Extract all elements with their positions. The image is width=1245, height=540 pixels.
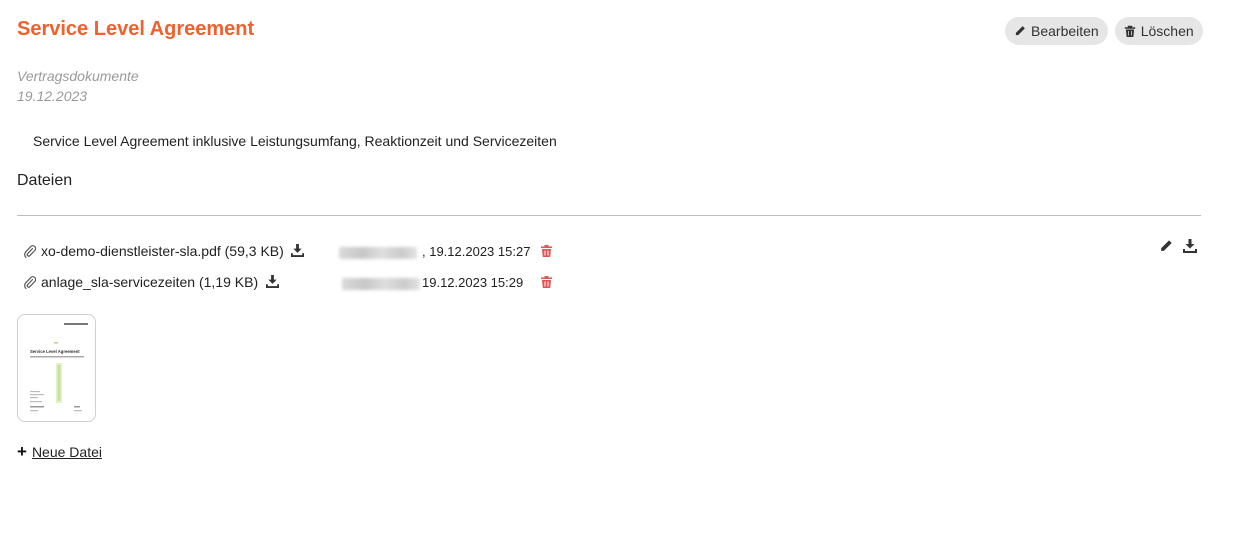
document-meta: Vertragsdokumente 19.12.2023 (17, 66, 139, 106)
file-link[interactable]: xo-demo-dienstleister-sla.pdf (59,3 KB) (41, 243, 284, 259)
pencil-icon (1015, 26, 1025, 36)
download-icon[interactable] (266, 275, 279, 288)
redacted-user (339, 247, 417, 259)
file-link[interactable]: anlage_sla-servicezeiten (1,19 KB) (41, 274, 258, 290)
paperclip-icon (24, 276, 36, 290)
new-file-label: Neue Datei (31, 444, 102, 460)
file-thumbnail[interactable]: Service Level Agreement (17, 314, 96, 422)
pencil-icon[interactable] (1159, 239, 1173, 253)
file-row: anlage_sla-servicezeiten (1,19 KB) 19.12… (24, 273, 564, 293)
document-description: Service Level Agreement inklusive Leistu… (33, 133, 557, 149)
document-category: Vertragsdokumente (17, 68, 139, 84)
edit-button-label: Bearbeiten (1031, 23, 1099, 39)
divider (17, 215, 1201, 216)
document-actions: Bearbeiten Löschen (1005, 17, 1203, 45)
download-icon[interactable] (291, 244, 304, 257)
paperclip-icon (24, 245, 36, 259)
redacted-user (342, 278, 420, 290)
file-name: anlage_sla-servicezeiten (41, 274, 196, 290)
document-date: 19.12.2023 (17, 88, 88, 104)
document-preview-image: Service Level Agreement (30, 323, 88, 412)
plus-icon: + (17, 442, 27, 461)
edit-button[interactable]: Bearbeiten (1005, 17, 1108, 45)
download-icon[interactable] (1183, 239, 1197, 253)
file-name: xo-demo-dienstleister-sla.pdf (41, 243, 221, 259)
delete-button-label: Löschen (1140, 23, 1194, 39)
trash-icon (1124, 25, 1135, 37)
file-row: xo-demo-dienstleister-sla.pdf (59,3 KB) … (24, 242, 564, 262)
file-size: (1,19 KB) (198, 274, 259, 290)
thumbnail-title: Service Level Agreement (30, 349, 80, 354)
new-file-button[interactable]: + Neue Datei (17, 442, 102, 461)
trash-icon[interactable] (541, 276, 552, 288)
row-tools (1159, 239, 1197, 253)
file-timestamp: , 19.12.2023 15:27 (422, 244, 531, 259)
trash-icon[interactable] (541, 245, 552, 257)
delete-button[interactable]: Löschen (1114, 17, 1203, 45)
files-heading: Dateien (17, 172, 73, 189)
file-timestamp: 19.12.2023 15:29 (422, 275, 524, 290)
file-size: (59,3 KB) (224, 243, 284, 259)
page-title: Service Level Agreement (17, 18, 255, 40)
